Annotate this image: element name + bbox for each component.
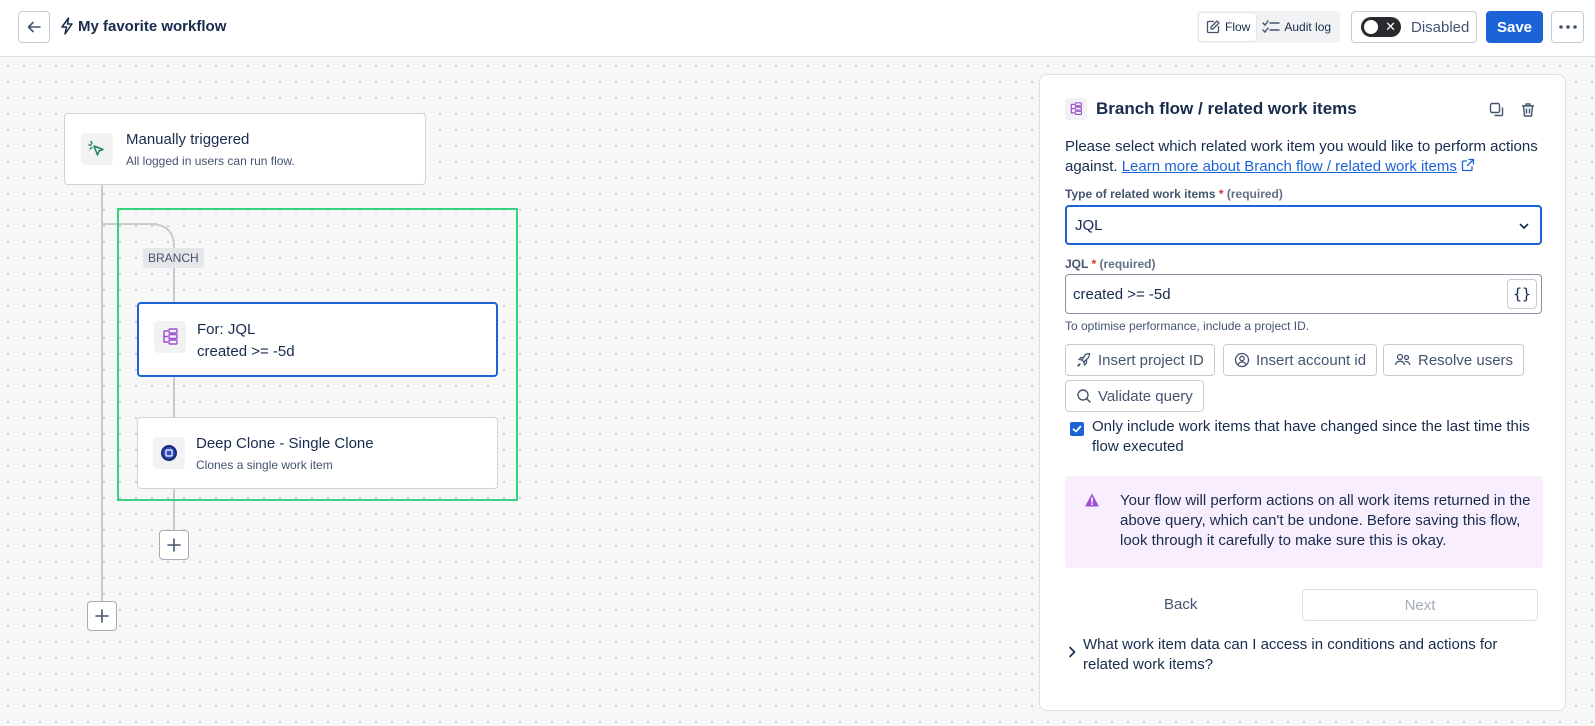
faq-text[interactable]: What work item data can I access in cond… <box>1083 635 1523 675</box>
validate-query-button[interactable]: Validate query <box>1065 380 1204 412</box>
type-select-value: JQL <box>1075 216 1103 234</box>
main-connector <box>101 184 103 602</box>
smart-values-button[interactable]: {} <box>1507 279 1537 309</box>
copy-icon <box>1489 102 1504 117</box>
action-node[interactable]: Deep Clone - Single Clone Clones a singl… <box>137 417 498 489</box>
insert-project-id-button[interactable]: Insert project ID <box>1065 344 1215 376</box>
back-button[interactable] <box>18 11 50 43</box>
insert-project-id-label: Insert project ID <box>1098 351 1204 369</box>
duplicate-button[interactable] <box>1486 99 1508 121</box>
trigger-subtitle: All logged in users can run flow. <box>126 154 295 168</box>
required-text: (required) <box>1226 187 1283 201</box>
changed-only-checkbox[interactable] <box>1070 422 1084 436</box>
plus-icon <box>95 609 109 623</box>
changed-only-label: Only include work items that have change… <box>1092 418 1530 455</box>
trigger-title: Manually triggered <box>126 131 250 148</box>
panel-icon-box <box>1065 98 1087 120</box>
curly-braces-icon: {} <box>1512 285 1532 303</box>
branch-icon <box>163 328 178 345</box>
checklist-icon <box>1262 20 1281 34</box>
lightning-icon <box>61 17 73 35</box>
jql-field-label: JQL * (required) <box>1065 257 1156 271</box>
branch-node-subtitle: created >= -5d <box>197 343 295 360</box>
jql-input-value: created >= -5d <box>1073 285 1171 303</box>
warning-icon <box>1085 493 1099 507</box>
delete-button[interactable] <box>1517 99 1539 121</box>
jql-hint: To optimise performance, include a proje… <box>1065 319 1310 333</box>
learn-more-link[interactable]: Learn more about Branch flow / related w… <box>1122 158 1457 175</box>
add-branch-step-button[interactable] <box>159 530 189 560</box>
branch-icon-box <box>154 321 186 353</box>
panel-back-button[interactable]: Back <box>1164 596 1197 613</box>
validate-query-label: Validate query <box>1098 387 1193 405</box>
resolve-users-button[interactable]: Resolve users <box>1383 344 1525 376</box>
required-marker: * <box>1091 257 1097 271</box>
panel-title: Branch flow / related work items <box>1096 99 1357 118</box>
plus-icon <box>167 538 181 552</box>
add-step-button[interactable] <box>87 601 117 631</box>
chevron-down-icon <box>1519 223 1529 229</box>
required-marker: * <box>1218 187 1224 201</box>
insert-account-id-label: Insert account id <box>1256 351 1367 369</box>
more-horizontal-icon <box>1558 25 1577 29</box>
toggle-label: Disabled <box>1411 18 1470 36</box>
close-icon: ✕ <box>1385 19 1396 34</box>
cursor-click-icon <box>88 140 104 156</box>
tab-audit-log[interactable]: Audit log <box>1256 13 1337 41</box>
tab-flow-label: Flow <box>1225 20 1251 34</box>
view-switcher: Flow Audit log <box>1197 11 1340 43</box>
type-select[interactable]: JQL <box>1065 205 1542 245</box>
deep-clone-icon <box>161 445 177 461</box>
required-text: (required) <box>1099 257 1156 271</box>
rocket-icon <box>1077 352 1091 367</box>
type-field-label: Type of related work items * (required) <box>1065 187 1283 201</box>
action-icon-box <box>153 437 185 469</box>
tab-flow[interactable]: Flow <box>1199 13 1257 41</box>
jql-input[interactable]: created >= -5d {} <box>1065 274 1542 314</box>
jql-label-text: JQL <box>1065 257 1089 271</box>
save-button[interactable]: Save <box>1486 11 1543 43</box>
people-icon <box>1394 353 1411 366</box>
insert-account-id-button[interactable]: Insert account id <box>1223 344 1378 376</box>
branch-label: BRANCH <box>143 248 204 268</box>
panel-description: Please select which related work item yo… <box>1065 137 1545 177</box>
edit-icon <box>1206 20 1220 34</box>
check-icon <box>1072 425 1082 433</box>
action-node-subtitle: Clones a single work item <box>196 458 333 472</box>
trigger-node[interactable]: Manually triggered All logged in users c… <box>64 113 426 185</box>
person-circle-icon <box>1234 352 1250 368</box>
branch-node-title: For: JQL <box>197 321 256 338</box>
external-link-icon <box>1461 158 1475 172</box>
resolve-users-label: Resolve users <box>1418 351 1514 369</box>
branch-icon <box>1070 102 1083 116</box>
trash-icon <box>1522 103 1534 117</box>
branch-node[interactable]: For: JQL created >= -5d <box>137 302 498 377</box>
config-panel: Branch flow / related work items Please … <box>1039 74 1566 711</box>
tab-audit-log-label: Audit log <box>1284 20 1332 34</box>
warning-text: Your flow will perform actions on all wo… <box>1120 492 1531 549</box>
panel-next-button[interactable]: Next <box>1302 589 1538 621</box>
type-label-text: Type of related work items <box>1065 187 1216 201</box>
chevron-right-icon <box>1069 646 1076 658</box>
enable-toggle-group[interactable]: ✕ Disabled <box>1351 11 1477 43</box>
more-button[interactable] <box>1551 11 1584 43</box>
search-icon <box>1077 389 1091 403</box>
action-node-title: Deep Clone - Single Clone <box>196 435 374 452</box>
workflow-title-group: My favorite workflow <box>60 17 226 35</box>
trigger-icon-box <box>81 133 113 165</box>
warning-message: Your flow will perform actions on all wo… <box>1065 476 1543 568</box>
top-bar: My favorite workflow Flow Audit log ✕ Di… <box>0 0 1595 57</box>
toggle-knob <box>1364 20 1378 34</box>
arrow-left-icon <box>27 21 41 33</box>
page-title: My favorite workflow <box>78 17 227 35</box>
enable-toggle[interactable]: ✕ <box>1361 17 1401 37</box>
